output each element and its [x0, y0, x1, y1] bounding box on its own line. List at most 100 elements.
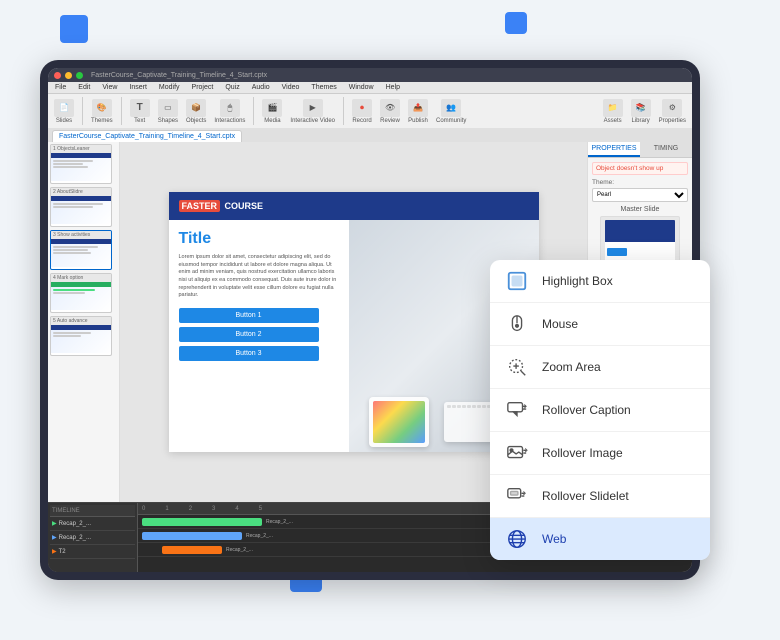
menu-view[interactable]: View: [99, 83, 120, 92]
tl-bar-2[interactable]: [142, 532, 242, 540]
properties-icon[interactable]: ⚙: [662, 99, 682, 117]
tab-main[interactable]: FasterCourse_Captivate_Training_Timeline…: [52, 130, 242, 142]
app-title: FasterCourse_Captivate_Training_Timeline…: [91, 72, 686, 79]
slide-header: FASTER COURSE: [169, 192, 539, 220]
shapes-icon[interactable]: ▭: [158, 99, 178, 117]
ruler-0: 0: [142, 506, 145, 512]
popup-item-zoom-area[interactable]: Zoom Area: [490, 346, 710, 389]
slide-thumb-1[interactable]: 1 ObjectsLeaner: [50, 144, 112, 184]
theme-select[interactable]: Pearl: [592, 188, 688, 202]
menu-edit[interactable]: Edit: [75, 83, 93, 92]
ribbon-assets[interactable]: 📁 Assets: [603, 99, 623, 124]
slide-thumb-3[interactable]: 3 Show activities: [50, 230, 112, 270]
slide-button-3[interactable]: Button 3: [179, 346, 319, 361]
assets-label: Assets: [604, 118, 622, 124]
rollover-caption-label: Rollover Caption: [542, 403, 631, 417]
decorative-square-2: [505, 12, 527, 34]
menu-window[interactable]: Window: [346, 83, 377, 92]
tl-bar-1[interactable]: [142, 518, 262, 526]
ribbon-shapes[interactable]: ▭ Shapes: [158, 99, 178, 124]
ribbon-library[interactable]: 📚 Library: [631, 99, 651, 124]
ribbon-objects[interactable]: 📦 Objects: [186, 99, 206, 124]
popup-item-rollover-slidelet[interactable]: Rollover Slidelet: [490, 475, 710, 518]
themes-icon[interactable]: 🎨: [92, 99, 112, 117]
tl-bar-3[interactable]: [162, 546, 222, 554]
ruler-1: 1: [165, 506, 168, 512]
community-icon[interactable]: 👥: [441, 99, 461, 117]
tab-properties[interactable]: PROPERTIES: [588, 142, 640, 157]
publish-icon[interactable]: 📤: [408, 99, 428, 117]
popup-item-mouse[interactable]: Mouse: [490, 303, 710, 346]
slides-icon[interactable]: 📄: [54, 99, 74, 117]
record-label: Record: [352, 118, 371, 124]
text-icon[interactable]: T: [130, 99, 150, 117]
ribbon-slides[interactable]: 📄 Slides: [54, 99, 74, 124]
popup-item-rollover-caption[interactable]: Rollover Caption: [490, 389, 710, 432]
tablet-screen: [373, 401, 425, 443]
popup-item-rollover-image[interactable]: Rollover Image: [490, 432, 710, 475]
properties-label: Properties: [659, 118, 686, 124]
menu-project[interactable]: Project: [189, 83, 217, 92]
menu-video[interactable]: Video: [279, 83, 303, 92]
review-label: Review: [380, 118, 400, 124]
ribbon-community[interactable]: 👥 Community: [436, 99, 466, 124]
slide-thumb-5[interactable]: 5 Auto advance: [50, 316, 112, 356]
slide-thumb-2[interactable]: 2 AboutSlidre: [50, 187, 112, 227]
menu-audio[interactable]: Audio: [249, 83, 273, 92]
ribbon-media[interactable]: 🎬 Media: [262, 99, 282, 124]
minimize-dot[interactable]: [65, 72, 72, 79]
ribbon-properties[interactable]: ⚙ Properties: [659, 99, 686, 124]
menu-help[interactable]: Help: [383, 83, 403, 92]
ivideo-icon[interactable]: ▶: [303, 99, 323, 117]
menu-themes[interactable]: Themes: [308, 83, 339, 92]
ribbon-sep-1: [82, 97, 83, 125]
ruler-4: 4: [235, 506, 238, 512]
interactions-icon[interactable]: 🖱: [220, 99, 240, 117]
mouse-label: Mouse: [542, 317, 578, 331]
review-icon[interactable]: 👁: [380, 99, 400, 117]
ribbon-text[interactable]: T Text: [130, 99, 150, 124]
popup-item-web[interactable]: Web: [490, 518, 710, 560]
ribbon-sep-2: [121, 97, 122, 125]
maximize-dot[interactable]: [76, 72, 83, 79]
slide-4-content: [51, 282, 111, 310]
assets-icon[interactable]: 📁: [603, 99, 623, 117]
logo-accent: FASTER: [179, 200, 221, 212]
ribbon-ivideo[interactable]: ▶ Interactive Video: [290, 99, 335, 124]
slides-label: Slides: [56, 118, 72, 124]
ribbon-themes[interactable]: 🎨 Themes: [91, 99, 113, 124]
menu-quiz[interactable]: Quiz: [222, 83, 242, 92]
panel-tab-bar: PROPERTIES TIMING: [588, 142, 692, 158]
timeline-header: TIMELINE: [50, 505, 135, 517]
slide-body: Title Lorem ipsum dolor sit amet, consec…: [169, 220, 539, 452]
menu-bar: File Edit View Insert Modify Project Qui…: [48, 82, 692, 94]
master-slide-preview: [600, 216, 680, 266]
close-dot[interactable]: [54, 72, 61, 79]
library-icon[interactable]: 📚: [631, 99, 651, 117]
ribbon-review[interactable]: 👁 Review: [380, 99, 400, 124]
tl-bar-1-label: Recap_2_...: [266, 519, 293, 525]
objects-icon[interactable]: 📦: [186, 99, 206, 117]
ribbon-sep-3: [253, 97, 254, 125]
master-slide-label: Master Slide: [592, 206, 688, 213]
menu-modify[interactable]: Modify: [156, 83, 183, 92]
ribbon-sep-4: [343, 97, 344, 125]
ivideo-label: Interactive Video: [290, 118, 335, 124]
ribbon-record[interactable]: ⏺ Record: [352, 99, 372, 124]
tab-bar: FasterCourse_Captivate_Training_Timeline…: [48, 128, 692, 142]
slide-4-title: 4 Mark option: [51, 274, 111, 282]
slide-button-1[interactable]: Button 1: [179, 308, 319, 323]
tab-timing[interactable]: TIMING: [640, 142, 692, 157]
slide-button-2[interactable]: Button 2: [179, 327, 319, 342]
record-icon[interactable]: ⏺: [352, 99, 372, 117]
object-warning: Object doesn't show up: [592, 162, 688, 175]
slide-2-content: [51, 196, 111, 224]
media-icon[interactable]: 🎬: [262, 99, 282, 117]
menu-insert[interactable]: Insert: [126, 83, 150, 92]
slide-thumb-4[interactable]: 4 Mark option: [50, 273, 112, 313]
popup-item-highlight-box[interactable]: Highlight Box: [490, 260, 710, 303]
interactions-label: Interactions: [214, 118, 245, 124]
ribbon-publish[interactable]: 📤 Publish: [408, 99, 428, 124]
menu-file[interactable]: File: [52, 83, 69, 92]
ribbon-interactions[interactable]: 🖱 Interactions: [214, 99, 245, 124]
